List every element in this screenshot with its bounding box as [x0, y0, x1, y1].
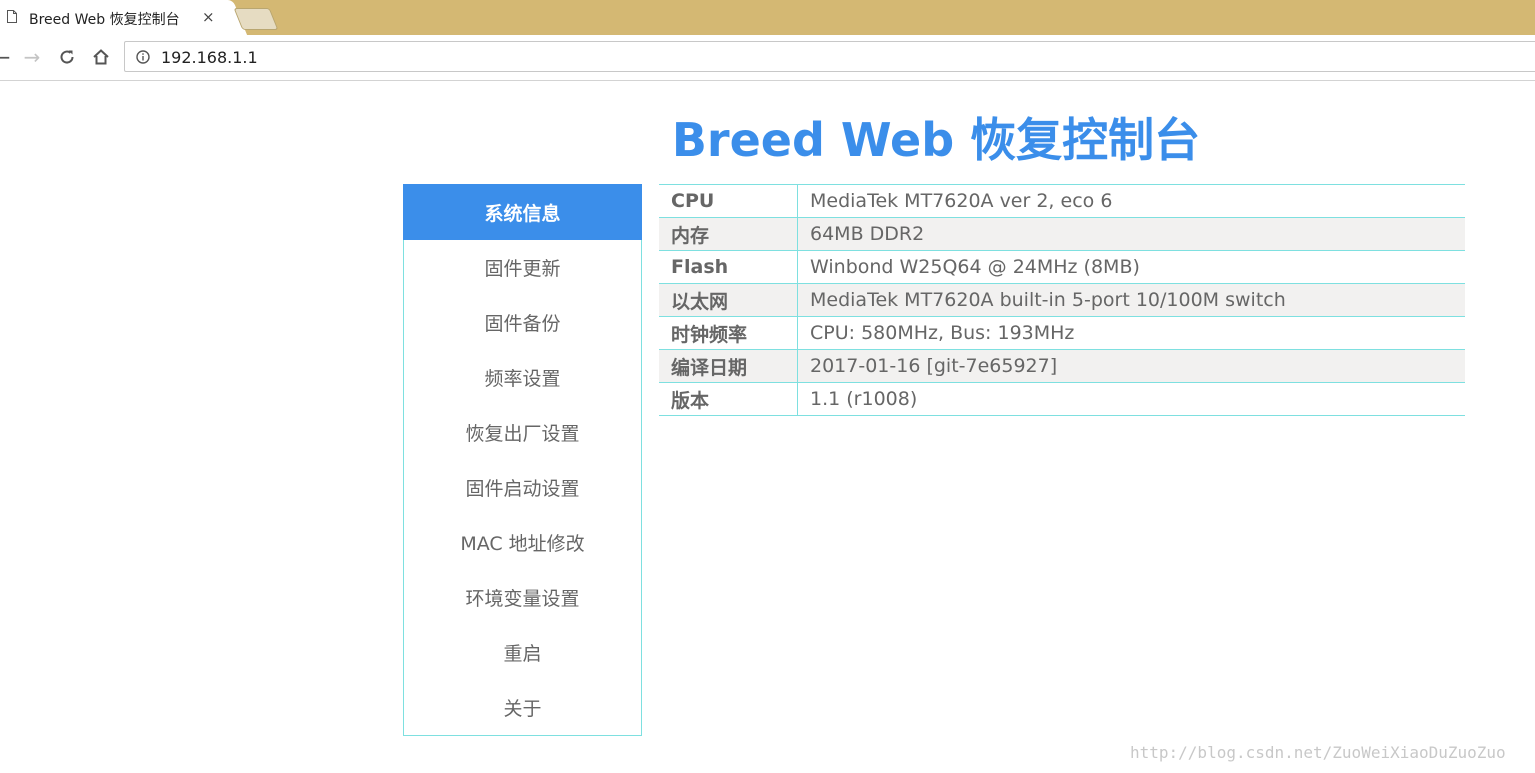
sidebar-item-system-info[interactable]: 系统信息: [403, 184, 642, 240]
info-value: MediaTek MT7620A ver 2, eco 6: [797, 184, 1465, 218]
browser-tab[interactable]: Breed Web 恢复控制台 ×: [0, 0, 226, 35]
table-row: Flash Winbond W25Q64 @ 24MHz (8MB): [659, 250, 1465, 284]
table-row: 内存 64MB DDR2: [659, 217, 1465, 251]
sidebar-nav: 系统信息 固件更新 固件备份 频率设置 恢复出厂设置 固件启动设置 MAC 地址…: [403, 184, 642, 736]
sidebar-item-mac-address[interactable]: MAC 地址修改: [404, 515, 641, 570]
info-value: 2017-01-16 [git-7e65927]: [797, 349, 1465, 383]
table-row: 版本 1.1 (r1008): [659, 382, 1465, 416]
table-row: CPU MediaTek MT7620A ver 2, eco 6: [659, 184, 1465, 218]
sidebar-item-env-variables[interactable]: 环境变量设置: [404, 570, 641, 625]
forward-icon[interactable]: →: [20, 45, 44, 69]
tab-title: Breed Web 恢复控制台: [29, 12, 180, 28]
sidebar-item-firmware-update[interactable]: 固件更新: [404, 240, 641, 295]
page-title: Breed Web 恢复控制台: [671, 113, 1201, 167]
info-value: Winbond W25Q64 @ 24MHz (8MB): [797, 250, 1465, 284]
sidebar-item-firmware-backup[interactable]: 固件备份: [404, 295, 641, 350]
sidebar-item-about[interactable]: 关于: [404, 680, 641, 735]
new-tab-button[interactable]: [233, 8, 279, 30]
info-value: MediaTek MT7620A built-in 5-port 10/100M…: [797, 283, 1465, 317]
close-icon[interactable]: ×: [202, 8, 215, 26]
system-info-table: CPU MediaTek MT7620A ver 2, eco 6 内存 64M…: [659, 184, 1465, 416]
reload-icon[interactable]: [55, 45, 79, 69]
watermark: http://blog.csdn.net/ZuoWeiXiaoDuZuoZuo: [1130, 743, 1506, 762]
table-row: 以太网 MediaTek MT7620A built-in 5-port 10/…: [659, 283, 1465, 317]
info-key: Flash: [659, 250, 798, 284]
info-key: 内存: [659, 217, 798, 251]
info-key: 版本: [659, 382, 798, 416]
info-value: 64MB DDR2: [797, 217, 1465, 251]
info-key: 时钟频率: [659, 316, 798, 350]
sidebar-item-reboot[interactable]: 重启: [404, 625, 641, 680]
sidebar-item-boot-settings[interactable]: 固件启动设置: [404, 460, 641, 515]
info-icon[interactable]: [136, 50, 150, 64]
sidebar-item-frequency-settings[interactable]: 频率设置: [404, 350, 641, 405]
browser-toolbar: ← → 192.168.1.1: [0, 35, 1535, 81]
tab-strip: Breed Web 恢复控制台 ×: [0, 0, 1535, 35]
info-value: 1.1 (r1008): [797, 382, 1465, 416]
document-icon: [7, 10, 17, 23]
home-icon[interactable]: [89, 45, 113, 69]
info-key: CPU: [659, 184, 798, 218]
url-text[interactable]: 192.168.1.1: [161, 48, 258, 67]
info-key: 编译日期: [659, 349, 798, 383]
address-bar[interactable]: 192.168.1.1: [124, 41, 1535, 72]
table-row: 时钟频率 CPU: 580MHz, Bus: 193MHz: [659, 316, 1465, 350]
back-icon[interactable]: ←: [0, 45, 14, 69]
info-value: CPU: 580MHz, Bus: 193MHz: [797, 316, 1465, 350]
table-row: 编译日期 2017-01-16 [git-7e65927]: [659, 349, 1465, 383]
info-key: 以太网: [659, 283, 798, 317]
sidebar-item-factory-reset[interactable]: 恢复出厂设置: [404, 405, 641, 460]
